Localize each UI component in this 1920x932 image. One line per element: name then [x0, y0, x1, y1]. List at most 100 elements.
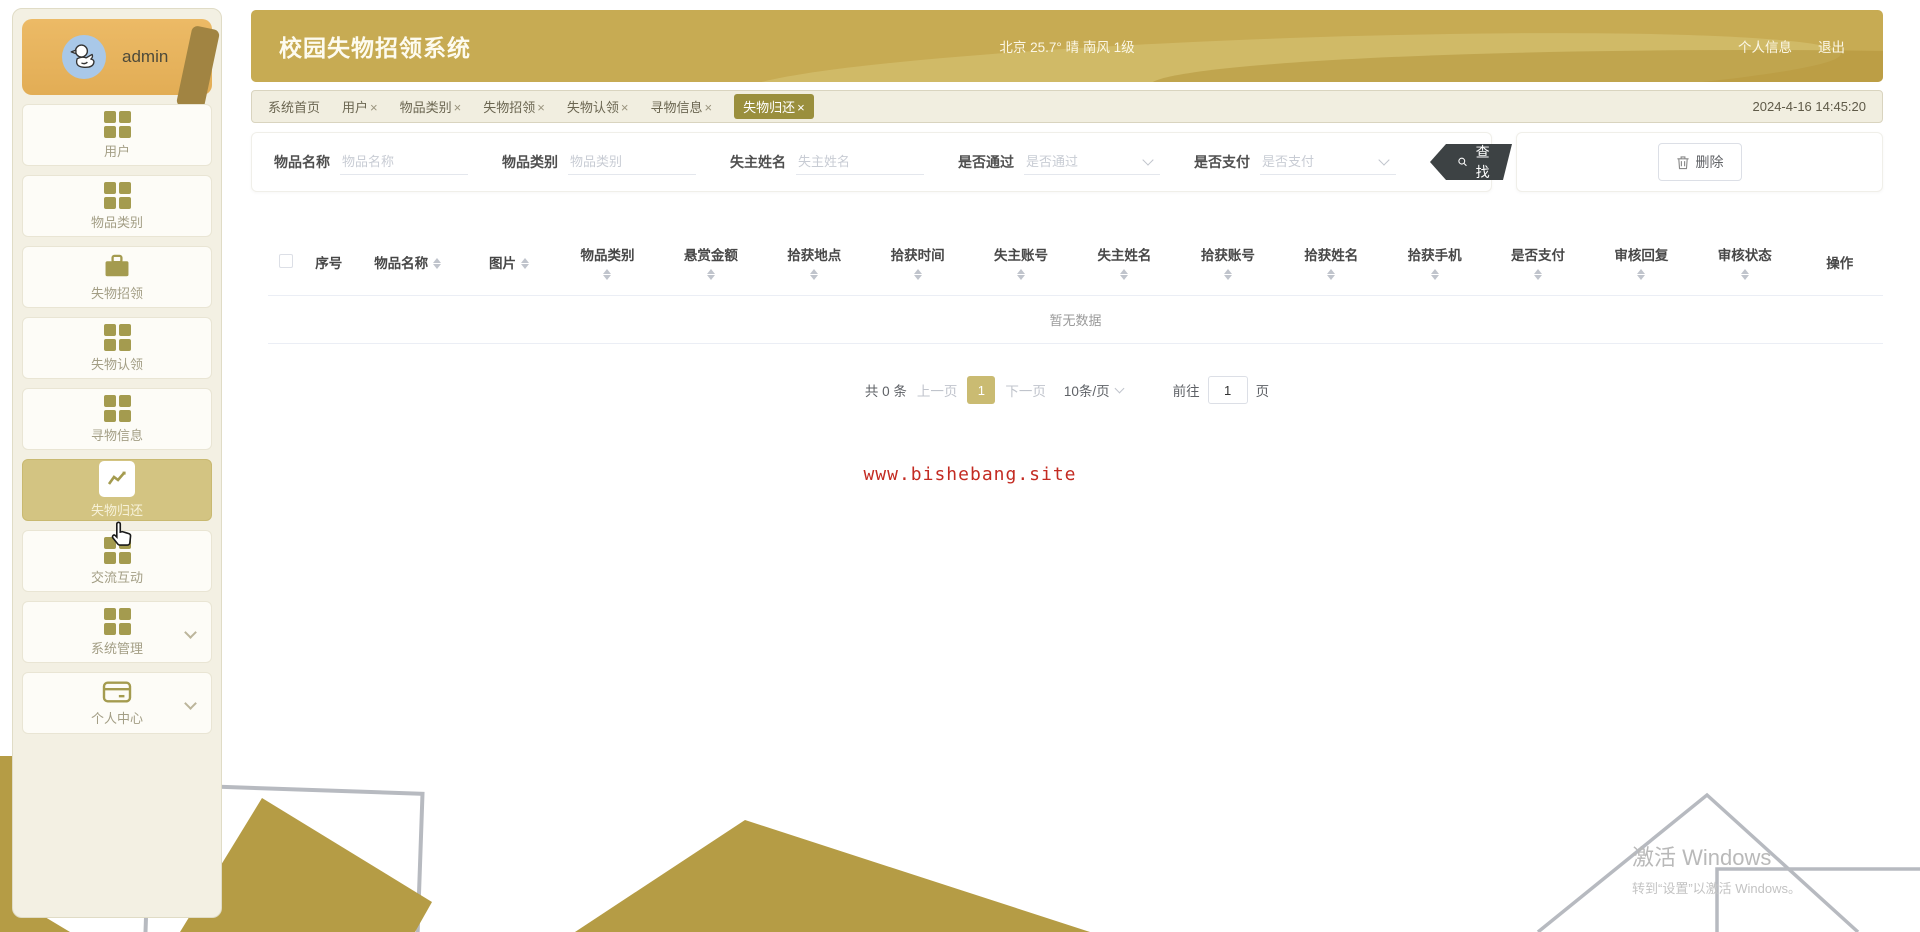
sort-caret-icon[interactable]	[808, 269, 820, 281]
avatar[interactable]	[62, 35, 106, 79]
sort-caret-icon[interactable]	[1118, 269, 1130, 281]
close-icon[interactable]: ×	[454, 100, 462, 115]
item-type-input[interactable]	[568, 149, 696, 175]
windows-activation-watermark: 激活 Windows 转到“设置”以激活 Windows。	[1632, 840, 1801, 897]
col-reward[interactable]: 悬赏金额	[659, 232, 762, 296]
col-owner-account[interactable]: 失主账号	[969, 232, 1072, 296]
sidebar-item-label: 交流互动	[90, 569, 143, 585]
filter-label-paid: 是否支付	[1194, 154, 1250, 170]
tab-item-category[interactable]: 物品类别 ×	[400, 97, 462, 116]
sort-caret-icon[interactable]	[1429, 269, 1441, 281]
filter-label-item-name: 物品名称	[274, 154, 330, 170]
sort-caret-icon[interactable]	[1635, 269, 1647, 281]
goto-page-input[interactable]	[1207, 376, 1248, 404]
chart-icon	[99, 461, 135, 497]
col-owner-name[interactable]: 失主姓名	[1073, 232, 1176, 296]
select-all-checkbox[interactable]	[279, 253, 294, 268]
tab-lost-claim[interactable]: 失物认领 ×	[567, 97, 629, 116]
tab-home[interactable]: 系统首页	[268, 97, 320, 116]
sort-caret-icon[interactable]	[1222, 269, 1234, 281]
logout-link[interactable]: 退出	[1818, 36, 1845, 56]
filter-label-item-type: 物品类别	[502, 154, 558, 170]
windows-activation-title: 激活 Windows	[1632, 845, 1772, 870]
search-button[interactable]: 查找	[1430, 144, 1512, 180]
tab-seek-info[interactable]: 寻物信息 ×	[650, 97, 712, 116]
briefcase-icon	[105, 254, 129, 276]
sort-caret-icon[interactable]	[1532, 269, 1544, 281]
page-size-select[interactable]: 10条/页	[1064, 380, 1125, 400]
sort-caret-icon[interactable]	[705, 269, 717, 281]
item-name-input[interactable]	[340, 149, 468, 175]
delete-button[interactable]: 删除	[1657, 143, 1742, 181]
grid-icon	[103, 110, 131, 138]
close-icon[interactable]: ×	[621, 100, 629, 115]
windows-activation-subtitle: 转到“设置”以激活 Windows。	[1632, 881, 1802, 896]
sidebar-item-lost-return[interactable]: 失物归还	[22, 459, 212, 521]
empty-text: 暂无数据	[268, 295, 1883, 345]
user-card: admin	[22, 19, 221, 112]
col-finder-account[interactable]: 拾获账号	[1176, 232, 1279, 296]
sidebar-item-lost-claim[interactable]: 失物认领	[22, 317, 212, 379]
sidebar-item-item-category[interactable]: 物品类别	[22, 175, 212, 237]
sort-caret-icon[interactable]	[1015, 269, 1027, 281]
close-icon[interactable]: ×	[704, 100, 712, 115]
close-icon[interactable]: ×	[370, 100, 378, 115]
col-image[interactable]: 图片	[464, 232, 556, 296]
grid-icon	[103, 394, 131, 422]
col-actions: 操作	[1826, 255, 1854, 271]
sidebar-item-personal-center[interactable]: 个人中心	[22, 672, 212, 734]
sort-caret-icon[interactable]	[519, 257, 531, 270]
col-pickup-time[interactable]: 拾获时间	[866, 232, 969, 296]
trash-icon	[1676, 155, 1689, 169]
chevron-down-icon	[1114, 383, 1125, 394]
filter-label-approved: 是否通过	[958, 154, 1014, 170]
site-watermark-link[interactable]: www.bishebang.site	[770, 464, 1170, 485]
col-review-status[interactable]: 审核状态	[1693, 232, 1796, 296]
bulk-action-panel: 删除	[1516, 132, 1883, 192]
pagination: 共 0 条 上一页 1 下一页 10条/页 前往 页	[251, 376, 1883, 404]
chevron-down-icon	[184, 626, 197, 639]
sidebar-item-label: 失物归还	[90, 503, 143, 518]
col-review-reply[interactable]: 审核回复	[1590, 232, 1693, 296]
total-count: 共 0 条	[864, 384, 907, 399]
search-icon	[1458, 155, 1467, 169]
sort-caret-icon[interactable]	[431, 257, 443, 270]
sort-caret-icon[interactable]	[1739, 269, 1751, 281]
next-page-button[interactable]: 下一页	[1005, 380, 1046, 400]
sidebar-item-label: 失物招领	[90, 285, 143, 301]
col-pickup-place[interactable]: 拾获地点	[763, 232, 866, 296]
chevron-down-icon	[184, 697, 197, 710]
sort-caret-icon[interactable]	[601, 269, 613, 281]
sort-caret-icon[interactable]	[1325, 269, 1337, 281]
col-item-type[interactable]: 物品类别	[556, 232, 659, 296]
profile-link[interactable]: 个人信息	[1738, 36, 1792, 56]
prev-page-button[interactable]: 上一页	[917, 380, 958, 400]
col-paid[interactable]: 是否支付	[1486, 232, 1589, 296]
col-item-name[interactable]: 物品名称	[353, 232, 464, 296]
sidebar-item-system-management[interactable]: 系统管理	[22, 601, 212, 663]
weather-info: 北京 25.7° 晴 南风 1级	[999, 40, 1135, 55]
tab-lost-return[interactable]: 失物归还 ×	[734, 94, 814, 119]
empty-row: 暂无数据	[268, 295, 1883, 345]
close-icon[interactable]: ×	[797, 100, 805, 115]
close-icon[interactable]: ×	[537, 100, 545, 115]
sidebar-item-users[interactable]: 用户	[22, 104, 212, 166]
owner-name-input[interactable]	[796, 149, 924, 175]
sidebar-item-seek-info[interactable]: 寻物信息	[22, 388, 212, 450]
tab-lost-found[interactable]: 失物招领 ×	[483, 97, 545, 116]
paid-select[interactable]	[1260, 149, 1396, 175]
sidebar-item-label: 用户	[103, 143, 130, 159]
col-finder-name[interactable]: 拾获姓名	[1280, 232, 1383, 296]
username: admin	[122, 47, 169, 66]
avatar-card-decoration	[175, 24, 221, 112]
sidebar-item-lost-found[interactable]: 失物招领	[22, 246, 212, 308]
col-finder-phone[interactable]: 拾获手机	[1383, 232, 1486, 296]
tab-users[interactable]: 用户 ×	[342, 97, 378, 116]
page-number-1[interactable]: 1	[967, 376, 996, 404]
col-index: 序号	[315, 255, 343, 271]
sidebar-item-label: 物品类别	[90, 214, 143, 230]
app-header: 校园失物招领系统 北京 25.7° 晴 南风 1级 个人信息 退出	[251, 10, 1883, 82]
approved-select[interactable]	[1024, 149, 1160, 175]
sort-caret-icon[interactable]	[912, 269, 924, 281]
search-filter-panel: 物品名称 物品类别 失主姓名 是否通过 是否支付 查找	[251, 132, 1492, 192]
